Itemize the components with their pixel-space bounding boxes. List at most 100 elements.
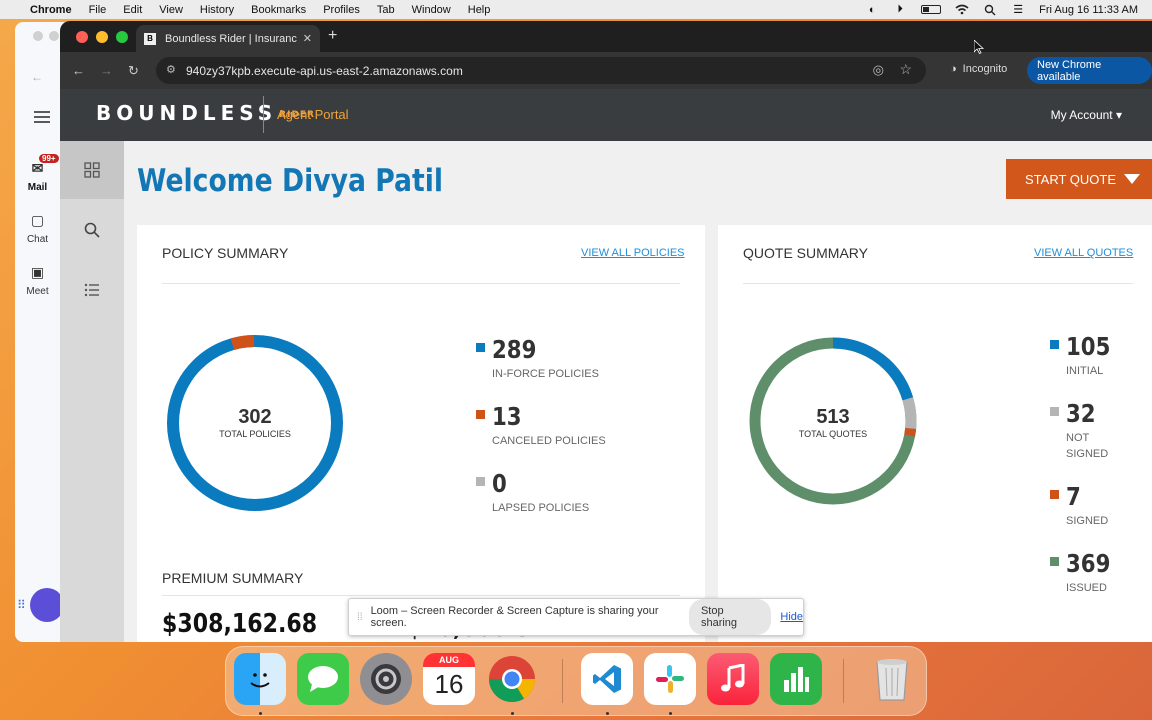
spotlight-icon[interactable]: [983, 4, 997, 15]
legend-value: 0: [492, 469, 507, 498]
my-account-menu[interactable]: My Account ▾: [1051, 108, 1122, 122]
messages-icon[interactable]: [297, 653, 349, 705]
music-icon[interactable]: [707, 653, 759, 705]
battery-icon[interactable]: [921, 5, 942, 14]
chat-icon: ▢: [30, 212, 45, 228]
running-indicator: [259, 712, 262, 715]
view-all-policies-link[interactable]: VIEW ALL POLICIES: [581, 247, 685, 259]
slack-icon[interactable]: [644, 653, 696, 705]
calendar-icon[interactable]: AUG 16: [423, 653, 475, 705]
search-nav-button[interactable]: [60, 201, 124, 259]
my-account-label: My Account: [1050, 108, 1113, 122]
drag-handle-icon[interactable]: ⁞⁞: [357, 612, 363, 623]
quote-total-value: 513: [816, 406, 850, 428]
legend-label: LAPSED POLICIES: [492, 502, 590, 514]
vscode-icon[interactable]: [581, 653, 633, 705]
legend-label: CANCELED POLICIES: [492, 435, 606, 447]
browser-tab[interactable]: B Boundless Rider | Insurance | ✕: [136, 25, 320, 52]
menu-profiles[interactable]: Profiles: [323, 4, 360, 16]
menu-datetime[interactable]: Fri Aug 16 11:33 AM: [1039, 4, 1138, 16]
minimize-window-button[interactable]: [96, 31, 108, 43]
trash-icon[interactable]: [866, 653, 918, 705]
menu-app-name[interactable]: Chrome: [30, 4, 72, 16]
legend-swatch: [1050, 557, 1059, 566]
moon-icon[interactable]: ◐: [865, 4, 879, 16]
gmail-nav-label: Mail: [27, 182, 48, 193]
calendar-month: AUG: [423, 653, 475, 667]
menu-window[interactable]: Window: [412, 4, 451, 16]
url-input[interactable]: ⚙ 940zy37kpb.execute-api.us-east-2.amazo…: [156, 57, 926, 84]
gmail-nav-mail[interactable]: 99+ ✉ Mail: [15, 154, 60, 193]
close-window-button[interactable]: [76, 31, 88, 43]
numbers-icon[interactable]: [770, 653, 822, 705]
running-indicator: [511, 712, 514, 715]
finder-icon[interactable]: [234, 653, 286, 705]
chrome-icon[interactable]: [486, 653, 538, 705]
stop-sharing-button[interactable]: Stop sharing: [688, 599, 772, 635]
dock-separator: [843, 659, 844, 703]
grid-icon: [84, 162, 100, 178]
address-bar-row: ← → ↻ ⚙ 940zy37kpb.execute-api.us-east-2…: [60, 52, 1152, 89]
control-center-icon[interactable]: ☰: [1011, 4, 1025, 16]
list-nav-button[interactable]: [60, 261, 124, 319]
menu-file[interactable]: File: [89, 4, 107, 16]
menu-help[interactable]: Help: [468, 4, 491, 16]
wifi-icon[interactable]: [955, 4, 969, 15]
site-settings-icon[interactable]: ⚙: [166, 63, 176, 76]
logo-divider: [263, 96, 264, 133]
dashboard-nav-button[interactable]: [60, 141, 124, 199]
legend-label: ISSUED: [1066, 582, 1107, 594]
welcome-heading: Welcome Divya Patil: [137, 163, 444, 199]
menu-bookmarks[interactable]: Bookmarks: [251, 4, 306, 16]
system-settings-icon[interactable]: [360, 653, 412, 705]
hamburger-menu-button[interactable]: [34, 110, 50, 128]
back-arrow-icon[interactable]: ←: [31, 70, 43, 84]
play-icon[interactable]: ⏵: [893, 3, 907, 15]
back-icon[interactable]: ←: [72, 63, 85, 78]
forward-icon[interactable]: →: [100, 63, 113, 78]
legend-swatch: [476, 343, 485, 352]
bookmark-star-icon[interactable]: ☆: [899, 61, 912, 78]
legend-value: 369: [1066, 549, 1111, 578]
new-tab-icon[interactable]: +: [328, 27, 337, 45]
incognito-label: Incognito: [962, 63, 1008, 75]
wallpaper-shape: [30, 588, 64, 622]
legend-swatch: [476, 477, 485, 486]
gmail-nav-label: Meet: [26, 286, 49, 297]
new-chrome-available-button[interactable]: New Chrome available: [1027, 57, 1152, 84]
menu-view[interactable]: View: [159, 4, 183, 16]
video-icon: ▣: [30, 264, 45, 280]
view-all-quotes-link[interactable]: VIEW ALL QUOTES: [1034, 247, 1133, 259]
running-indicator: [669, 712, 672, 715]
tab-bar: B Boundless Rider | Insurance | ✕ +: [60, 21, 1152, 52]
list-icon: [84, 283, 99, 297]
premium-total-value: $308,162.68: [162, 609, 318, 639]
start-quote-label: START QUOTE: [1025, 171, 1117, 187]
eye-slash-icon[interactable]: ◎: [873, 62, 884, 78]
screen-sharing-banner: ⁞⁞ Loom – Screen Recorder & Screen Captu…: [348, 598, 804, 636]
gmail-nav-label: Chat: [26, 234, 49, 245]
web-page: BOUNDLESS RIDER Agent Portal My Account ▾…: [60, 89, 1152, 642]
gmail-nav-chat[interactable]: ▢ Chat: [15, 212, 60, 245]
apps-grid-icon[interactable]: ⠿: [17, 598, 26, 612]
legend-swatch: [476, 410, 485, 419]
legend-swatch: [1050, 340, 1059, 349]
running-indicator: [606, 712, 609, 715]
menu-edit[interactable]: Edit: [123, 4, 142, 16]
dock: AUG 16: [225, 646, 927, 716]
menu-tab[interactable]: Tab: [377, 4, 395, 16]
close-tab-icon[interactable]: ✕: [303, 32, 312, 45]
site-header: BOUNDLESS RIDER Agent Portal My Account ▾: [60, 89, 1152, 141]
divider: [162, 595, 680, 596]
gmail-nav-meet[interactable]: ▣ Meet: [15, 264, 60, 297]
zoom-window-button[interactable]: [116, 31, 128, 43]
logo-text: BOUNDLESS: [96, 101, 278, 125]
quote-summary-title: QUOTE SUMMARY: [743, 245, 868, 261]
policy-summary-title: POLICY SUMMARY: [162, 245, 289, 261]
incognito-indicator[interactable]: ◑ Incognito: [950, 63, 1007, 75]
start-quote-button[interactable]: START QUOTE: [1006, 159, 1152, 199]
side-navigation: [60, 141, 124, 642]
menu-history[interactable]: History: [200, 4, 234, 16]
hide-banner-link[interactable]: Hide: [780, 611, 803, 623]
reload-icon[interactable]: ↻: [128, 63, 139, 79]
